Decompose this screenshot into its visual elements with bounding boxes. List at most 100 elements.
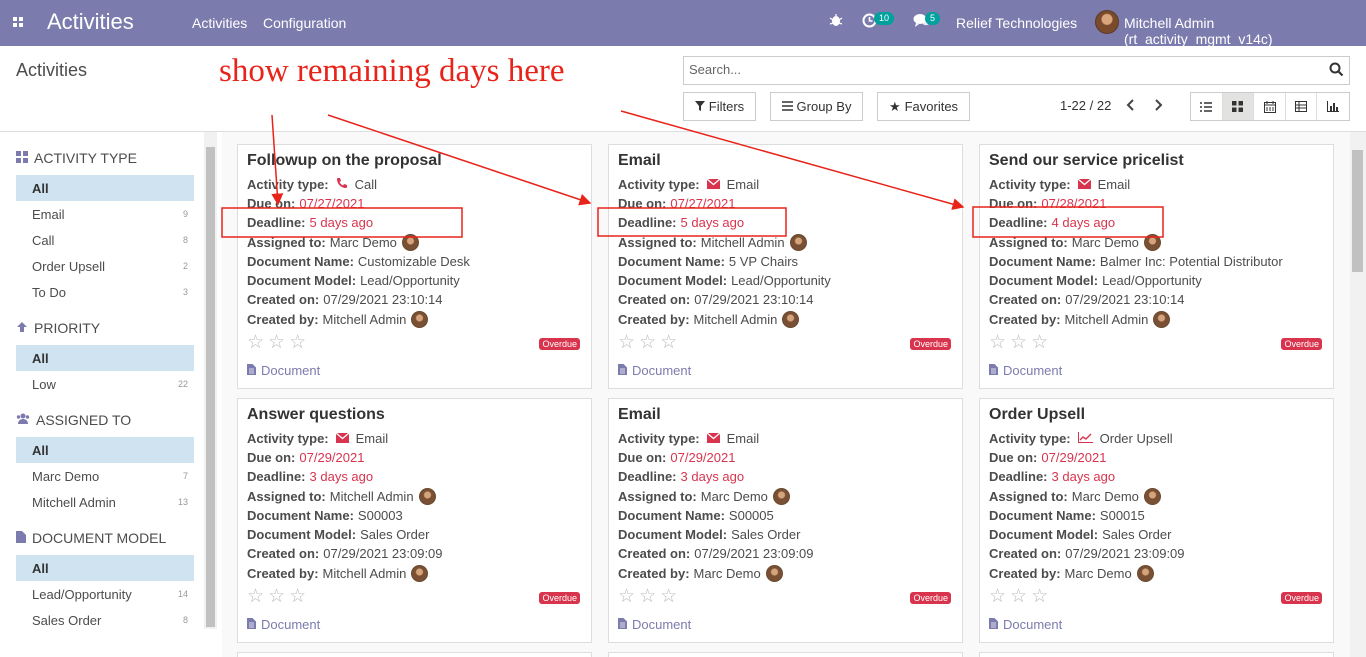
card-field-activity-type: Activity type: Order Upsell: [989, 431, 1173, 446]
sidebar-item[interactable]: All: [16, 345, 194, 371]
star-icon[interactable]: ☆: [268, 587, 285, 606]
overdue-badge: Overdue: [539, 592, 580, 604]
sidebar-item[interactable]: To Do 3: [16, 279, 194, 305]
sidebar-item[interactable]: Order Upsell 2: [16, 253, 194, 279]
document-icon: [247, 363, 256, 378]
field-label: Document Name:: [989, 508, 1096, 523]
pager-value[interactable]: 1-22 / 22: [1060, 98, 1111, 113]
document-link[interactable]: Document: [989, 363, 1062, 378]
document-link[interactable]: Document: [618, 363, 691, 378]
menu-configuration[interactable]: Configuration: [263, 15, 346, 31]
field-label: Deadline:: [618, 215, 677, 230]
avatar: [772, 488, 790, 505]
pivot-view-icon[interactable]: [1286, 93, 1318, 120]
activity-card[interactable]: Answer questions Activity type: Email Due o…: [237, 398, 592, 643]
calendar-view-icon[interactable]: [1254, 93, 1286, 120]
card-field-deadline: Deadline: 3 days ago: [989, 469, 1115, 484]
sidebar-item[interactable]: Lead/Opportunity 14: [16, 581, 194, 607]
pager-previous-icon[interactable]: [1126, 99, 1135, 114]
search-input[interactable]: [689, 62, 1309, 77]
field-label: Due on:: [618, 196, 667, 211]
field-value: Mitchell Admin: [329, 489, 414, 504]
sidebar-item[interactable]: Marc Demo 7: [16, 463, 194, 489]
star-icon[interactable]: ☆: [289, 587, 306, 606]
field-value: Call: [354, 177, 378, 192]
activity-card[interactable]: [237, 652, 592, 657]
bug-icon[interactable]: [829, 13, 843, 31]
app-title[interactable]: Activities: [47, 9, 134, 35]
filters-label: Filters: [708, 99, 745, 114]
star-icon[interactable]: ☆: [989, 333, 1006, 352]
card-field-created-on: Created on: 07/29/2021 23:10:14: [247, 292, 443, 307]
star-icon[interactable]: ☆: [989, 587, 1006, 606]
star-icon[interactable]: ☆: [639, 333, 656, 352]
star-icon[interactable]: ☆: [639, 587, 656, 606]
kanban-scrollbar[interactable]: [1350, 132, 1366, 657]
document-link[interactable]: Document: [247, 617, 320, 632]
star-icon[interactable]: ☆: [618, 587, 635, 606]
star-icon[interactable]: ☆: [1031, 587, 1048, 606]
star-icon[interactable]: ☆: [247, 587, 264, 606]
kanban-view-icon[interactable]: [1222, 93, 1255, 120]
star-icon[interactable]: ☆: [1010, 333, 1027, 352]
user-menu[interactable]: Mitchell Admin (rt_activity_mgmt_v14c): [1124, 15, 1366, 47]
document-link[interactable]: Document: [247, 363, 320, 378]
star-icon[interactable]: ☆: [1031, 333, 1048, 352]
list-view-icon[interactable]: [1191, 93, 1223, 120]
arrow-up-icon: [16, 320, 28, 336]
filters-button[interactable]: Filters: [683, 92, 756, 121]
search-icon[interactable]: [1329, 62, 1345, 78]
user-avatar[interactable]: [1095, 10, 1119, 34]
sidebar-item[interactable]: Low 22: [16, 371, 194, 397]
field-value: Email: [1097, 177, 1131, 192]
activity-card[interactable]: Email Activity type: Email Due on: 07/29/202…: [608, 398, 963, 643]
sidebar-item[interactable]: Call 8: [16, 227, 194, 253]
sidebar-item[interactable]: All: [16, 555, 194, 581]
sidebar-scrollbar[interactable]: [204, 132, 217, 629]
document-link[interactable]: Document: [618, 617, 691, 632]
field-value: 07/29/2021 23:10:14: [323, 292, 443, 307]
document-link[interactable]: Document: [989, 617, 1062, 632]
field-value: 5 days ago: [680, 215, 745, 230]
field-value: 3 days ago: [1051, 469, 1116, 484]
field-value: 07/29/2021: [670, 450, 736, 465]
sidebar-item[interactable]: All: [16, 175, 194, 201]
card-field-due-on: Due on: 07/27/2021: [247, 196, 364, 211]
pager-next-icon[interactable]: [1154, 99, 1163, 114]
star-icon[interactable]: ☆: [1010, 587, 1027, 606]
field-value: Mitchell Admin: [693, 312, 778, 327]
activity-card[interactable]: Send our service pricelist Activity type:…: [979, 144, 1334, 389]
apps-menu-icon[interactable]: [13, 17, 23, 27]
star-icon[interactable]: ☆: [660, 587, 677, 606]
sidebar-item[interactable]: All: [16, 437, 194, 463]
company-switcher[interactable]: Relief Technologies: [956, 15, 1077, 31]
sidebar-item-label: Low: [32, 376, 56, 392]
sidebar-item[interactable]: Email 9: [16, 201, 194, 227]
favorites-button[interactable]: ★ Favorites: [877, 92, 970, 121]
card-field-deadline: Deadline: 5 days ago: [247, 215, 373, 230]
activity-card[interactable]: [979, 652, 1334, 657]
activity-card[interactable]: [608, 652, 963, 657]
field-value: Mitchell Admin: [322, 312, 407, 327]
star-icon[interactable]: ☆: [247, 333, 264, 352]
star-icon[interactable]: ☆: [660, 333, 677, 352]
card-field-document-name: Document Name: S00015: [989, 508, 1145, 523]
group-by-button[interactable]: Group By: [770, 92, 863, 121]
field-value: Email: [726, 177, 760, 192]
graph-view-icon[interactable]: [1317, 93, 1349, 120]
field-value: 07/29/2021 23:09:09: [1065, 546, 1185, 561]
document-link-label: Document: [261, 363, 321, 378]
field-label: Created on:: [989, 292, 1062, 307]
star-icon[interactable]: ☆: [618, 333, 635, 352]
star-icon[interactable]: ☆: [268, 333, 285, 352]
sidebar-item[interactable]: Mitchell Admin 13: [16, 489, 194, 515]
activity-card[interactable]: Order Upsell Activity type: Order Upsell Du…: [979, 398, 1334, 643]
star-icon[interactable]: ☆: [289, 333, 306, 352]
menu-activities[interactable]: Activities: [192, 15, 247, 31]
avatar: [1143, 234, 1161, 251]
activity-card[interactable]: Followup on the proposal Activity type: Ca…: [237, 144, 592, 389]
sidebar-item[interactable]: Sales Order 8: [16, 607, 194, 633]
sidebar-item-count: 3: [182, 287, 188, 297]
field-label: Created on:: [618, 292, 691, 307]
activity-card[interactable]: Email Activity type: Email Due on: 07/27/202…: [608, 144, 963, 389]
